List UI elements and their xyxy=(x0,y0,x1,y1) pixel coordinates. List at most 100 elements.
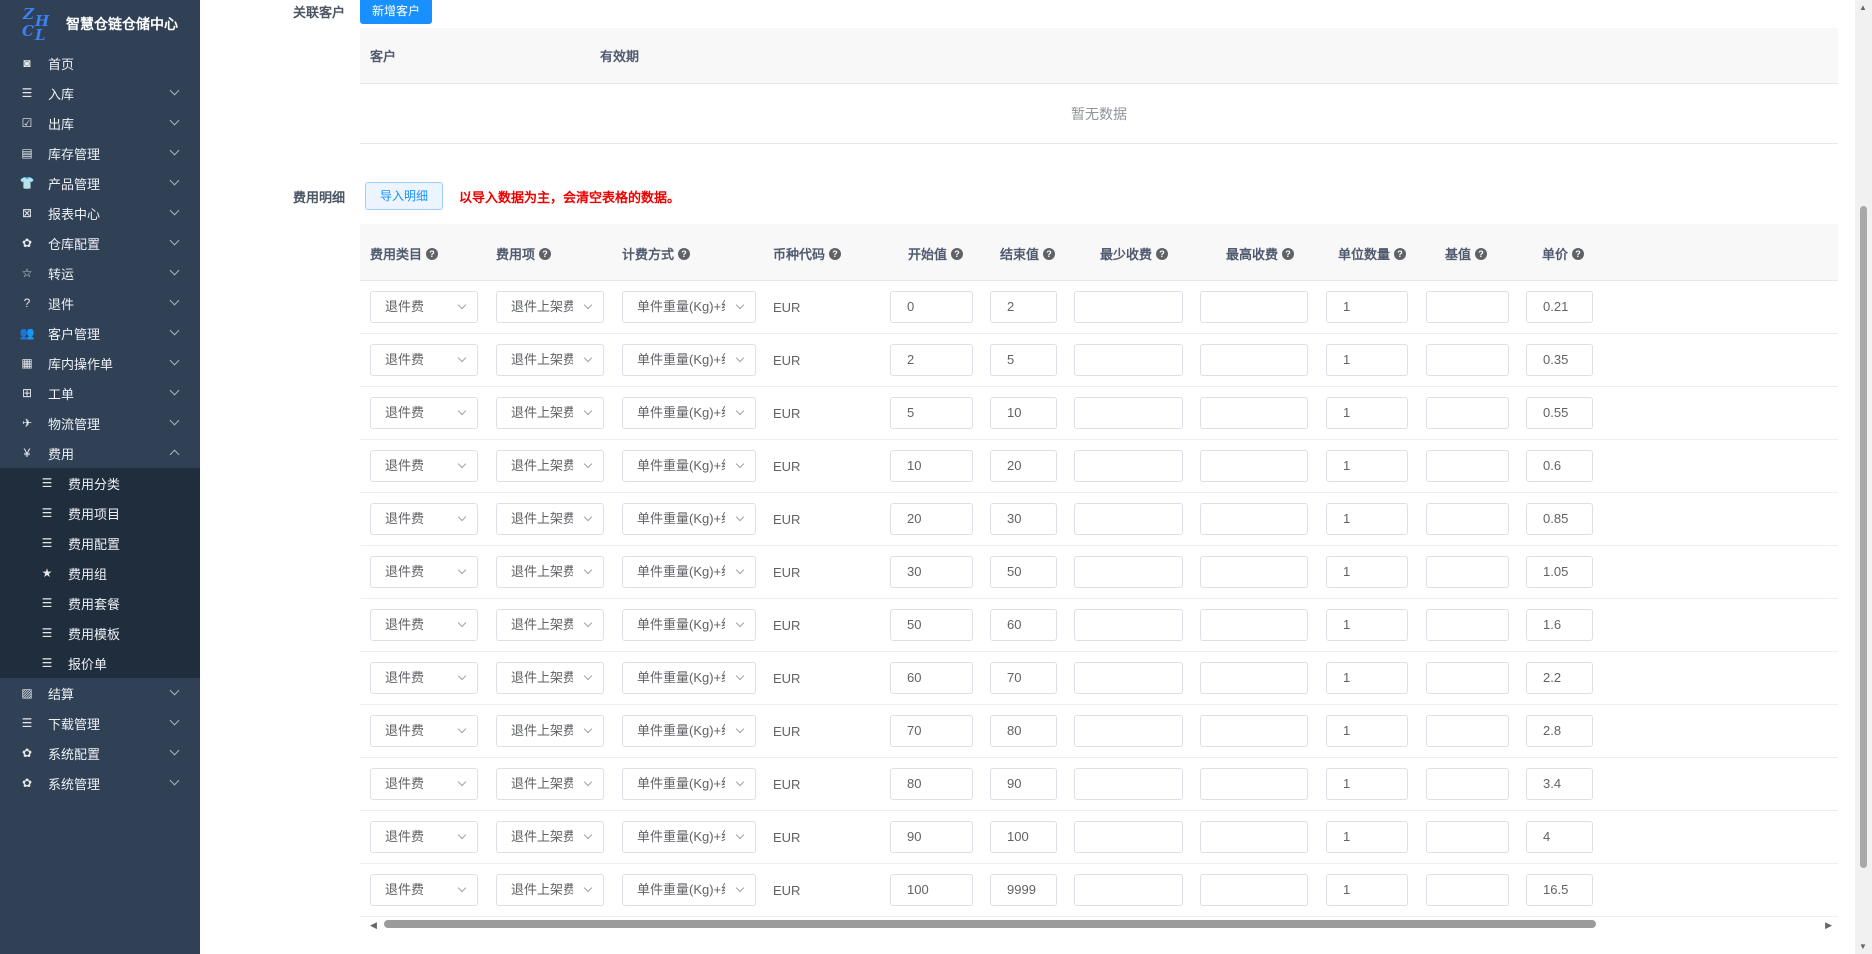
item-select[interactable]: 退件上架费 xyxy=(496,344,604,376)
price-input[interactable]: 2.2 xyxy=(1526,662,1593,694)
max-input[interactable] xyxy=(1200,874,1308,906)
start-input[interactable]: 70 xyxy=(890,715,973,747)
sidebar-item[interactable]: ☑ 出库 xyxy=(0,108,200,138)
sidebar-item[interactable]: 👥 客户管理 xyxy=(0,318,200,348)
min-input[interactable] xyxy=(1074,344,1183,376)
sidebar-item[interactable]: ☰ 费用配置 xyxy=(0,528,200,558)
price-input[interactable]: 3.4 xyxy=(1526,768,1593,800)
base-input[interactable] xyxy=(1426,556,1509,588)
start-input[interactable]: 60 xyxy=(890,662,973,694)
qty-input[interactable]: 1 xyxy=(1326,397,1408,429)
horizontal-scrollbar[interactable]: ◀ ▶ xyxy=(360,917,1838,931)
end-input[interactable]: 30 xyxy=(990,503,1057,535)
method-select[interactable]: 单件重量(Kg)+续重[ xyxy=(622,609,756,641)
end-input[interactable]: 2 xyxy=(990,291,1057,323)
category-select[interactable]: 退件费 xyxy=(370,397,478,429)
sidebar-item[interactable]: ☰ 费用分类 xyxy=(0,468,200,498)
method-select[interactable]: 单件重量(Kg)+续重[ xyxy=(622,344,756,376)
end-input[interactable]: 100 xyxy=(990,821,1057,853)
start-input[interactable]: 100 xyxy=(890,874,973,906)
max-input[interactable] xyxy=(1200,397,1308,429)
item-select[interactable]: 退件上架费 xyxy=(496,503,604,535)
end-input[interactable]: 10 xyxy=(990,397,1057,429)
import-detail-button[interactable]: 导入明细 xyxy=(365,182,444,210)
question-icon[interactable]: ? xyxy=(829,247,842,260)
sidebar-item[interactable]: ⊞ 工单 xyxy=(0,378,200,408)
scroll-up-icon[interactable]: ▲ xyxy=(1859,3,1867,12)
method-select[interactable]: 单件重量(Kg)+续重[ xyxy=(622,715,756,747)
method-select[interactable]: 单件重量(Kg)+续重[ xyxy=(622,450,756,482)
method-select[interactable]: 单件重量(Kg)+续重[ xyxy=(622,662,756,694)
question-icon[interactable]: ? xyxy=(1043,247,1056,260)
start-input[interactable]: 50 xyxy=(890,609,973,641)
base-input[interactable] xyxy=(1426,662,1509,694)
question-icon[interactable]: ? xyxy=(1282,247,1295,260)
max-input[interactable] xyxy=(1200,344,1308,376)
sidebar-item[interactable]: ★ 费用组 xyxy=(0,558,200,588)
max-input[interactable] xyxy=(1200,821,1308,853)
item-select[interactable]: 退件上架费 xyxy=(496,874,604,906)
sidebar-item[interactable]: ? 退件 xyxy=(0,288,200,318)
base-input[interactable] xyxy=(1426,874,1509,906)
question-icon[interactable]: ? xyxy=(1475,247,1488,260)
sidebar-item[interactable]: ✈ 物流管理 xyxy=(0,408,200,438)
price-input[interactable]: 0.55 xyxy=(1526,397,1593,429)
sidebar-item[interactable]: ¥ 费用 xyxy=(0,438,200,468)
sidebar-item[interactable]: ▦ 库内操作单 xyxy=(0,348,200,378)
qty-input[interactable]: 1 xyxy=(1326,768,1408,800)
item-select[interactable]: 退件上架费 xyxy=(496,662,604,694)
category-select[interactable]: 退件费 xyxy=(370,344,478,376)
max-input[interactable] xyxy=(1200,662,1308,694)
price-input[interactable]: 0.85 xyxy=(1526,503,1593,535)
base-input[interactable] xyxy=(1426,715,1509,747)
price-input[interactable]: 0.21 xyxy=(1526,291,1593,323)
price-input[interactable]: 1.05 xyxy=(1526,556,1593,588)
min-input[interactable] xyxy=(1074,662,1183,694)
base-input[interactable] xyxy=(1426,344,1509,376)
min-input[interactable] xyxy=(1074,821,1183,853)
max-input[interactable] xyxy=(1200,556,1308,588)
question-icon[interactable]: ? xyxy=(1572,247,1585,260)
min-input[interactable] xyxy=(1074,450,1183,482)
sidebar-item[interactable]: ▤ 库存管理 xyxy=(0,138,200,168)
end-input[interactable]: 20 xyxy=(990,450,1057,482)
item-select[interactable]: 退件上架费 xyxy=(496,609,604,641)
max-input[interactable] xyxy=(1200,503,1308,535)
start-input[interactable]: 20 xyxy=(890,503,973,535)
category-select[interactable]: 退件费 xyxy=(370,291,478,323)
price-input[interactable]: 2.8 xyxy=(1526,715,1593,747)
min-input[interactable] xyxy=(1074,768,1183,800)
qty-input[interactable]: 1 xyxy=(1326,715,1408,747)
price-input[interactable]: 4 xyxy=(1526,821,1593,853)
item-select[interactable]: 退件上架费 xyxy=(496,556,604,588)
min-input[interactable] xyxy=(1074,397,1183,429)
sidebar-item[interactable]: ✿ 系统配置 xyxy=(0,738,200,768)
qty-input[interactable]: 1 xyxy=(1326,821,1408,853)
method-select[interactable]: 单件重量(Kg)+续重[ xyxy=(622,768,756,800)
sidebar-item[interactable]: ☰ 费用项目 xyxy=(0,498,200,528)
price-input[interactable]: 0.6 xyxy=(1526,450,1593,482)
question-icon[interactable]: ? xyxy=(539,247,552,260)
qty-input[interactable]: 1 xyxy=(1326,291,1408,323)
horizontal-scroll-thumb[interactable] xyxy=(384,920,1596,928)
start-input[interactable]: 5 xyxy=(890,397,973,429)
end-input[interactable]: 70 xyxy=(990,662,1057,694)
max-input[interactable] xyxy=(1200,768,1308,800)
category-select[interactable]: 退件费 xyxy=(370,874,478,906)
sidebar-item[interactable]: ☰ 入库 xyxy=(0,78,200,108)
question-icon[interactable]: ? xyxy=(678,247,691,260)
category-select[interactable]: 退件费 xyxy=(370,450,478,482)
start-input[interactable]: 80 xyxy=(890,768,973,800)
price-input[interactable]: 1.6 xyxy=(1526,609,1593,641)
min-input[interactable] xyxy=(1074,556,1183,588)
min-input[interactable] xyxy=(1074,609,1183,641)
sidebar-item[interactable]: ✿ 系统管理 xyxy=(0,768,200,798)
qty-input[interactable]: 1 xyxy=(1326,450,1408,482)
price-input[interactable]: 0.35 xyxy=(1526,344,1593,376)
category-select[interactable]: 退件费 xyxy=(370,662,478,694)
end-input[interactable]: 80 xyxy=(990,715,1057,747)
qty-input[interactable]: 1 xyxy=(1326,344,1408,376)
add-customer-button[interactable]: 新增客户 xyxy=(360,0,433,24)
end-input[interactable]: 90 xyxy=(990,768,1057,800)
question-icon[interactable]: ? xyxy=(951,247,964,260)
